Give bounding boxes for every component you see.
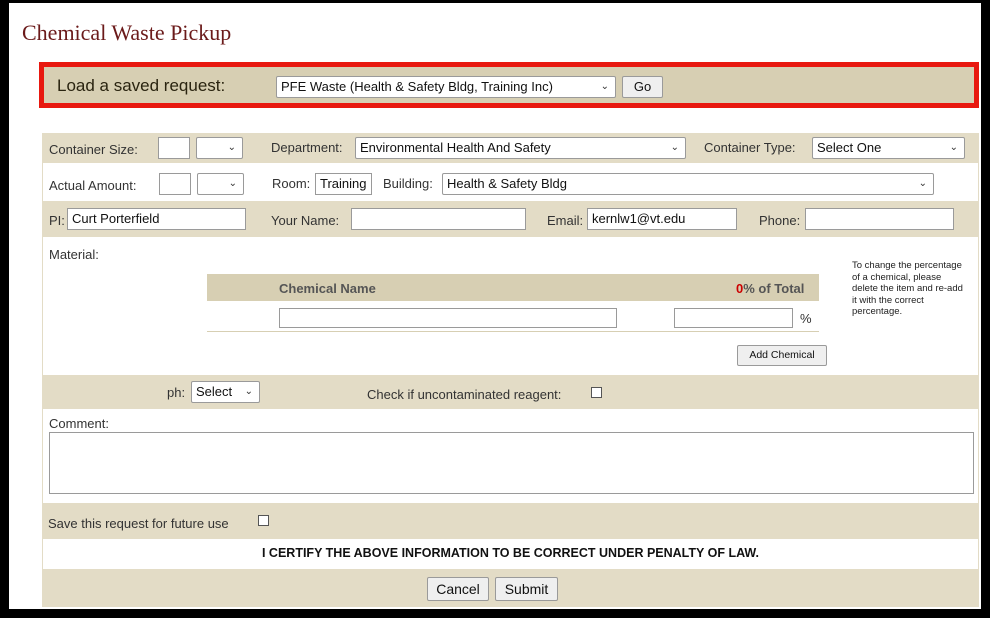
building-label: Building: bbox=[383, 176, 433, 191]
reagent-label: Check if uncontaminated reagent: bbox=[367, 387, 562, 402]
chevron-down-icon: ⌄ bbox=[244, 386, 253, 397]
percent-total-suffix: % of Total bbox=[743, 281, 805, 296]
your-name-label: Your Name: bbox=[271, 213, 340, 228]
saved-request-select[interactable]: PFE Waste (Health & Safety Bldg, Trainin… bbox=[276, 76, 616, 98]
page: Chemical Waste Pickup Load a saved reque… bbox=[9, 3, 981, 609]
chemical-name-header: Chemical Name bbox=[279, 281, 376, 296]
save-checkbox[interactable] bbox=[258, 515, 269, 526]
chevron-down-icon: ⌄ bbox=[228, 178, 237, 189]
container-type-value: Select One bbox=[817, 140, 882, 155]
container-type-label: Container Type: bbox=[704, 140, 796, 155]
chevron-down-icon: ⌄ bbox=[670, 142, 679, 153]
building-select[interactable]: Health & Safety Bldg ⌄ bbox=[442, 173, 934, 195]
contact-row: PI: Curt Porterfield Your Name: Email: k… bbox=[42, 201, 979, 237]
container-row: Container Size: ⌄ Department: Environmen… bbox=[42, 133, 979, 163]
saved-request-label: Load a saved request: bbox=[57, 76, 226, 95]
ph-label: ph: bbox=[167, 385, 186, 400]
container-size-input[interactable] bbox=[158, 137, 190, 159]
building-value: Health & Safety Bldg bbox=[447, 176, 567, 191]
add-chemical-button[interactable]: Add Chemical bbox=[737, 345, 827, 366]
page-title: Chemical Waste Pickup bbox=[22, 20, 232, 45]
submit-button[interactable]: Submit bbox=[495, 577, 558, 601]
pi-label: PI: bbox=[49, 213, 65, 228]
your-name-input[interactable] bbox=[351, 208, 526, 230]
pi-input[interactable]: Curt Porterfield bbox=[67, 208, 246, 230]
comment-label: Comment: bbox=[49, 416, 109, 431]
material-label: Material: bbox=[49, 247, 99, 262]
container-type-select[interactable]: Select One ⌄ bbox=[812, 137, 965, 159]
actual-amount-label: Actual Amount: bbox=[49, 178, 137, 193]
certify-row: I CERTIFY THE ABOVE INFORMATION TO BE CO… bbox=[42, 539, 979, 569]
ph-select[interactable]: Select ⌄ bbox=[191, 381, 260, 403]
comment-textarea[interactable] bbox=[49, 432, 974, 494]
actions-row: Cancel Submit bbox=[42, 569, 979, 607]
email-input[interactable]: kernlw1@vt.edu bbox=[587, 208, 737, 230]
percentage-note: To change the percentage of a chemical, … bbox=[852, 260, 963, 317]
percent-sign: % bbox=[800, 311, 812, 326]
amount-row: Actual Amount: ⌄ Room: Training Inc Buil… bbox=[42, 163, 979, 201]
certify-text: I CERTIFY THE ABOVE INFORMATION TO BE CO… bbox=[261, 546, 759, 560]
phone-input[interactable] bbox=[805, 208, 954, 230]
saved-request-box: Load a saved request: PFE Waste (Health … bbox=[39, 62, 979, 108]
chevron-down-icon: ⌄ bbox=[227, 142, 236, 153]
chemical-name-input[interactable] bbox=[279, 308, 617, 328]
go-button[interactable]: Go bbox=[622, 76, 663, 98]
room-input[interactable]: Training Inc bbox=[315, 173, 372, 195]
saved-request-value: PFE Waste (Health & Safety Bldg, Trainin… bbox=[281, 79, 553, 94]
save-row: Save this request for future use bbox=[42, 503, 979, 539]
container-size-label: Container Size: bbox=[49, 142, 138, 157]
room-label: Room: bbox=[272, 176, 311, 191]
chemical-percent-input[interactable] bbox=[674, 308, 793, 328]
save-label: Save this request for future use bbox=[48, 516, 229, 531]
email-label: Email: bbox=[547, 213, 584, 228]
department-value: Environmental Health And Safety bbox=[360, 140, 551, 155]
reagent-checkbox[interactable] bbox=[591, 387, 602, 398]
actual-amount-input[interactable] bbox=[159, 173, 191, 195]
chevron-down-icon: ⌄ bbox=[600, 81, 609, 92]
ph-row: ph: Select ⌄ Check if uncontaminated rea… bbox=[42, 375, 979, 409]
ph-value: Select bbox=[196, 384, 233, 399]
department-select[interactable]: Environmental Health And Safety ⌄ bbox=[355, 137, 686, 159]
amount-unit-select[interactable]: ⌄ bbox=[197, 173, 244, 195]
department-label: Department: bbox=[271, 140, 343, 155]
chemical-table-header: Chemical Name 0% of Total bbox=[207, 274, 819, 301]
phone-label: Phone: bbox=[759, 213, 801, 228]
chemical-entry-row: % bbox=[207, 301, 819, 332]
container-unit-select[interactable]: ⌄ bbox=[196, 137, 243, 159]
chevron-down-icon: ⌄ bbox=[918, 178, 927, 189]
cancel-button[interactable]: Cancel bbox=[427, 577, 489, 601]
percent-total-header: 0% of Total bbox=[736, 281, 804, 296]
chevron-down-icon: ⌄ bbox=[949, 142, 958, 153]
